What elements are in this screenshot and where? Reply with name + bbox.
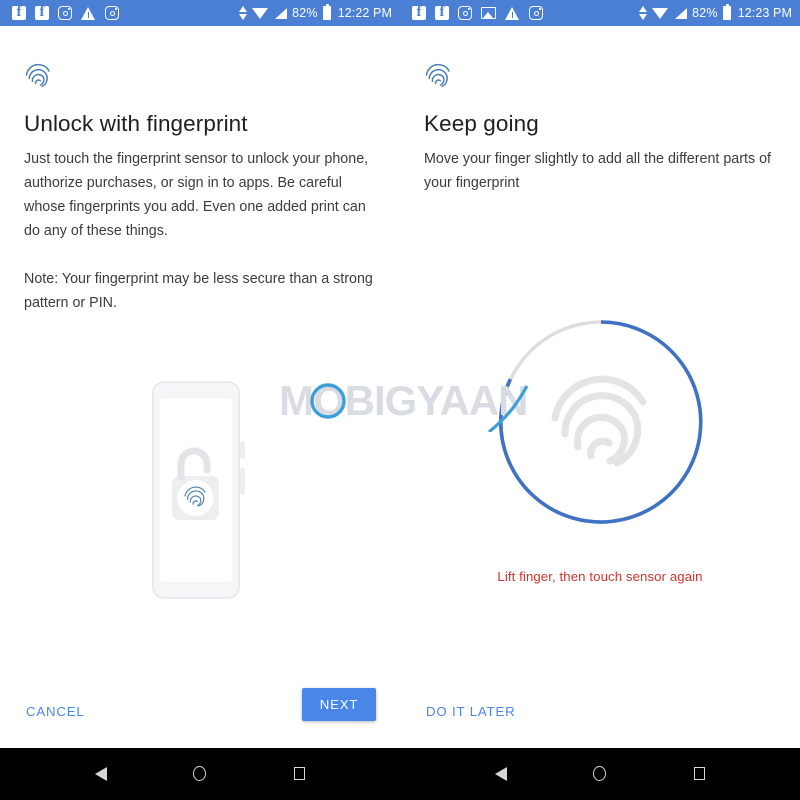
- panels-container: Unlock with fingerprint Just touch the f…: [0, 26, 800, 686]
- panel-note-text: Note: Your fingerprint may be less secur…: [24, 271, 373, 311]
- notification-icons-right: [412, 3, 639, 21]
- battery-percent-label: 82%: [292, 6, 318, 20]
- fingerprint-icon: [425, 63, 450, 88]
- warning-icon: [505, 6, 520, 20]
- notification-icons-left: [12, 3, 239, 21]
- battery-percent-label: 82%: [692, 6, 718, 20]
- warning-icon: [81, 6, 96, 20]
- instagram-icon: [458, 6, 472, 20]
- instagram-icon: [529, 6, 543, 20]
- clock-label: 12:23 PM: [737, 6, 792, 20]
- panel-keep-going: Keep going Move your finger slightly to …: [400, 26, 800, 686]
- fingerprint-progress-ring: [498, 320, 703, 524]
- screenshot-root: 82% 12:22 PM 82% 12:23 PM: [0, 0, 800, 800]
- footer-actions: CANCEL NEXT DO IT LATER: [0, 686, 800, 748]
- recents-icon[interactable]: [284, 759, 314, 789]
- panel-body-text: Move your finger slightly to add all the…: [424, 151, 772, 191]
- home-icon[interactable]: [185, 759, 215, 789]
- facebook-icon: [435, 3, 449, 21]
- facebook-icon: [35, 3, 49, 21]
- page-title: Keep going: [424, 111, 539, 136]
- back-icon[interactable]: [86, 759, 116, 789]
- status-bar-right: 82% 12:23 PM: [400, 0, 800, 26]
- phone-unlock-illustration: [152, 381, 245, 599]
- recents-icon[interactable]: [684, 759, 714, 789]
- next-button[interactable]: NEXT: [302, 688, 376, 721]
- back-icon[interactable]: [486, 759, 516, 789]
- signal-icon: [674, 7, 688, 20]
- navigation-bar-left: [0, 748, 400, 800]
- status-bar-left: 82% 12:22 PM: [0, 0, 400, 26]
- facebook-icon: [412, 3, 426, 21]
- battery-icon: [322, 4, 331, 20]
- battery-icon: [722, 4, 731, 20]
- wifi-icon: [652, 7, 669, 20]
- facebook-icon: [12, 3, 26, 21]
- navigation-bar-row: [0, 748, 800, 800]
- home-icon[interactable]: [585, 759, 615, 789]
- status-icons-right: 82% 12:23 PM: [639, 4, 792, 20]
- instagram-icon: [58, 6, 72, 20]
- sync-icon: [239, 6, 248, 20]
- navigation-bar-right: [400, 748, 800, 800]
- fingerprint-icon: [25, 63, 50, 88]
- wifi-icon: [252, 7, 269, 20]
- panel-unlock-with-fingerprint: Unlock with fingerprint Just touch the f…: [0, 26, 400, 686]
- status-icons-left: 82% 12:22 PM: [239, 4, 392, 20]
- status-message: Lift finger, then touch sensor again: [497, 569, 703, 584]
- cancel-button[interactable]: CANCEL: [18, 698, 93, 725]
- signal-icon: [274, 7, 288, 20]
- do-it-later-button[interactable]: DO IT LATER: [418, 698, 523, 725]
- panel-body-text: Just touch the fingerprint sensor to unl…: [24, 151, 369, 239]
- status-bar-row: 82% 12:22 PM 82% 12:23 PM: [0, 0, 800, 26]
- clock-label: 12:22 PM: [337, 6, 392, 20]
- page-title: Unlock with fingerprint: [24, 111, 248, 136]
- sync-icon: [639, 6, 648, 20]
- instagram-icon: [105, 6, 119, 20]
- photo-icon: [481, 7, 496, 19]
